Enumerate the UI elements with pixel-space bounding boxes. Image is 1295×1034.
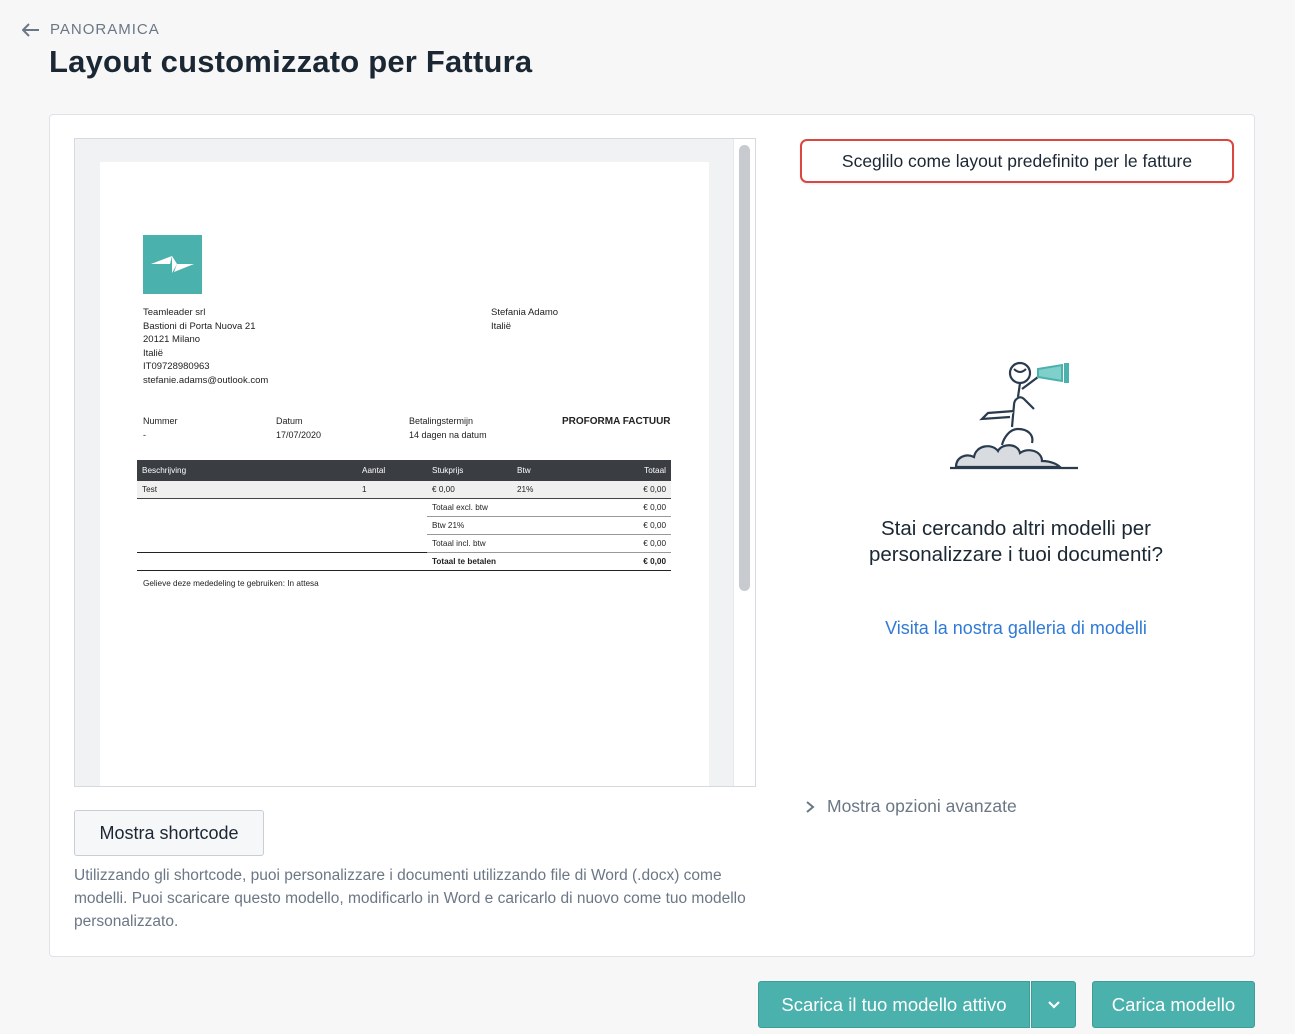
upload-template-button[interactable]: Carica modello: [1092, 981, 1255, 1028]
table-header: Beschrijving: [137, 460, 357, 481]
layout-card: Teamleader srl Bastioni di Porta Nuova 2…: [49, 114, 1255, 957]
table-header: Aantal: [357, 460, 427, 481]
download-active-template-button[interactable]: Scarica il tuo modello attivo: [758, 981, 1030, 1028]
payment-note: Gelieve deze mededeling te gebruiken: In…: [143, 579, 319, 588]
scrollbar-thumb[interactable]: [739, 145, 750, 591]
explorer-telescope-icon: [950, 361, 1078, 470]
company-logo: [143, 235, 202, 294]
chevron-down-icon: [1047, 1000, 1060, 1009]
document-preview[interactable]: Teamleader srl Bastioni di Porta Nuova 2…: [74, 138, 756, 787]
set-default-layout-button[interactable]: Sceglilo come layout predefinito per le …: [800, 139, 1234, 183]
advanced-options-toggle[interactable]: Mostra opzioni avanzate: [805, 796, 1017, 817]
invoice-items-table: Beschrijving Aantal Stukprijs Btw Totaal…: [137, 460, 671, 571]
grand-total-row: Totaal te betalen € 0,00: [137, 552, 671, 571]
download-options-dropdown[interactable]: [1031, 981, 1076, 1028]
back-link[interactable]: PANORAMICA: [22, 21, 160, 38]
back-link-label: PANORAMICA: [50, 21, 160, 38]
customer-address: Stefania Adamo Italië: [491, 307, 559, 332]
show-shortcode-button[interactable]: Mostra shortcode: [74, 810, 264, 856]
invoice-date: Datum 17/07/2020: [276, 416, 322, 440]
template-gallery-link[interactable]: Visita la nostra galleria di modelli: [840, 618, 1192, 639]
advanced-options-label: Mostra opzioni avanzate: [827, 796, 1017, 816]
chevron-right-icon: [806, 800, 815, 813]
vat-row: Btw 21% € 0,00: [137, 516, 671, 535]
invoice-doc-title: PROFORMA FACTUUR: [562, 416, 671, 427]
table-header: Btw: [512, 460, 582, 481]
table-row: Test 1 € 0,00 21% € 0,00: [137, 481, 671, 499]
company-address: Teamleader srl Bastioni di Porta Nuova 2…: [143, 307, 269, 386]
invoice-terms: Betalingstermijn 14 dagen na datum: [409, 416, 487, 440]
invoice-number: Nummer -: [143, 416, 178, 440]
subtotal-row: Totaal excl. btw € 0,00: [137, 498, 671, 517]
invoice-page: Teamleader srl Bastioni di Porta Nuova 2…: [100, 162, 709, 786]
arrow-left-icon: [22, 22, 39, 37]
page-title: Layout customizzato per Fattura: [49, 44, 533, 79]
table-header: Totaal: [582, 460, 671, 481]
shortcode-help-text: Utilizzando gli shortcode, puoi personal…: [74, 867, 746, 930]
table-header: Stukprijs: [427, 460, 512, 481]
promo-title: Stai cercando altri modelli per personal…: [869, 517, 1163, 566]
preview-scrollbar[interactable]: [733, 139, 755, 786]
total-incl-row: Totaal incl. btw € 0,00: [137, 534, 671, 553]
